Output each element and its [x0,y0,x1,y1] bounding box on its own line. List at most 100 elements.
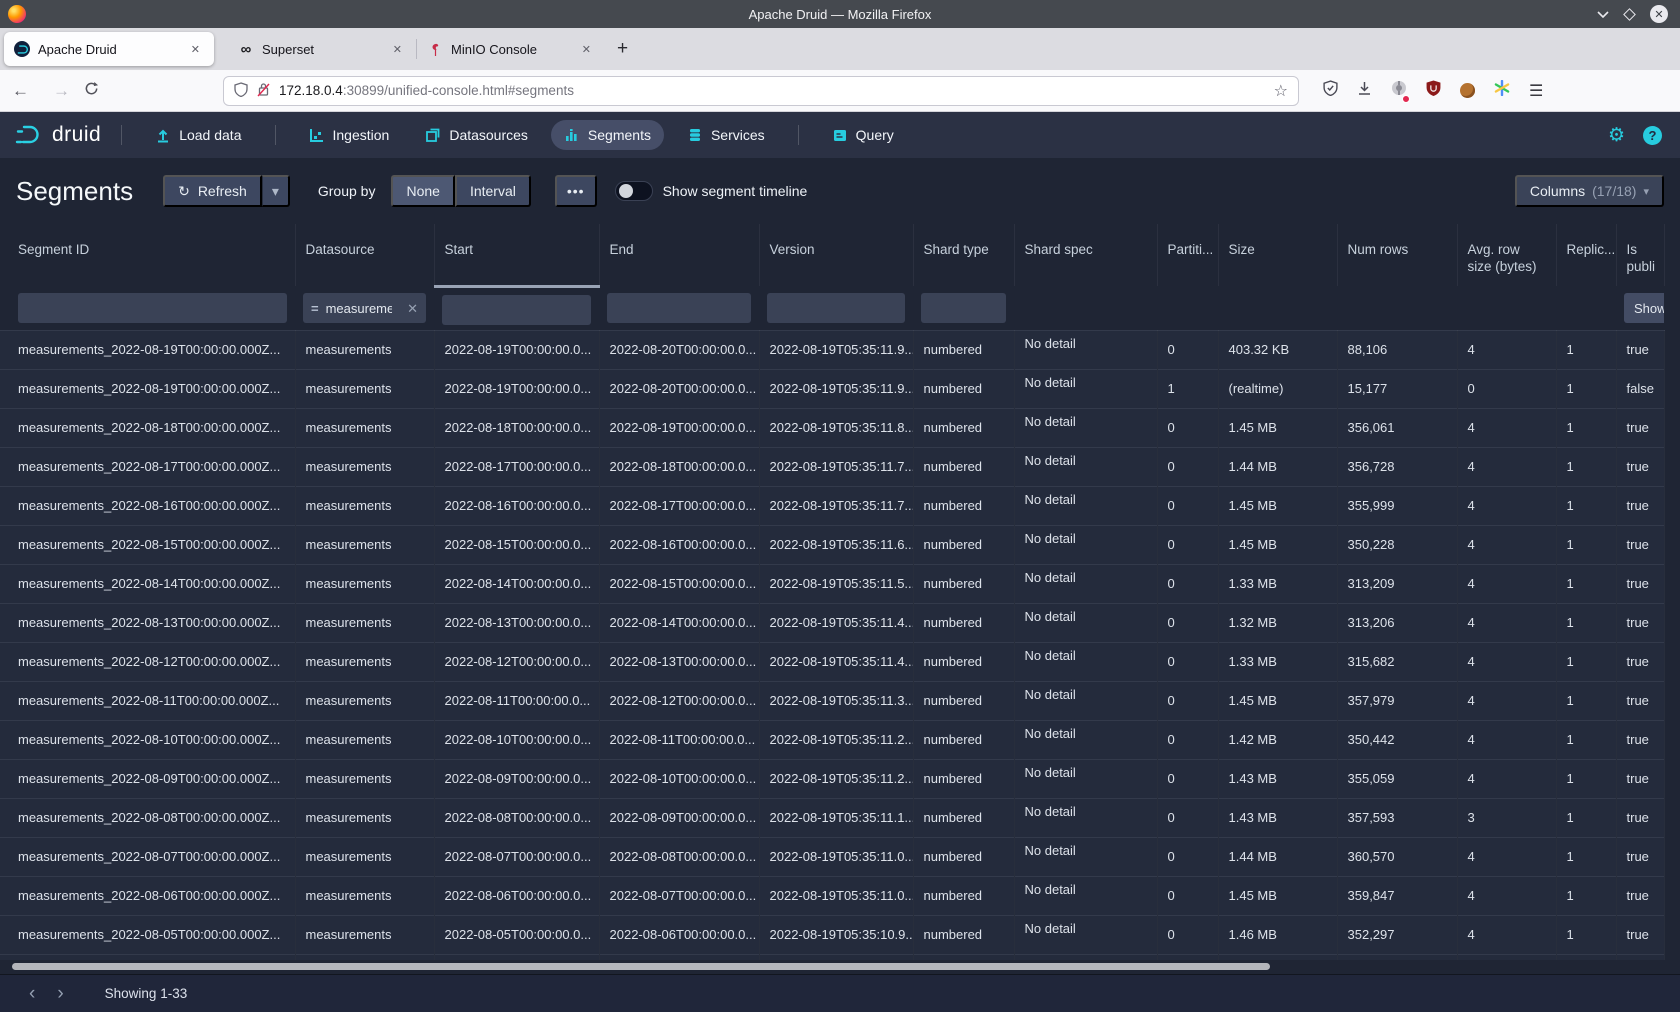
column-header-end[interactable]: End [599,224,759,286]
cell-start: 2022-08-11T00:00:00.0... [434,681,599,720]
next-page-icon[interactable]: › [46,983,74,1005]
extensions-icon[interactable] [1391,80,1407,101]
nav-item-ingestion[interactable]: Ingestion [296,120,403,150]
nav-item-services[interactable]: Services [674,120,778,150]
table-row[interactable]: measurements_2022-08-05T00:00:00.000Z...… [0,915,1664,954]
url-bar[interactable]: 172.18.0.4:30899/unified-console.html#se… [223,76,1299,106]
column-header-partition[interactable]: Partiti... [1157,224,1218,286]
cell-avg-row-size: 4 [1457,408,1556,447]
cell-size: 1.33 MB [1218,564,1337,603]
table-row[interactable]: measurements_2022-08-19T00:00:00.000Z...… [0,369,1664,408]
table-row[interactable]: measurements_2022-08-11T00:00:00.000Z...… [0,681,1664,720]
group-by-interval-button[interactable]: Interval [455,175,531,207]
group-by-none-button[interactable]: None [391,175,454,207]
cell-size: 1.43 MB [1218,798,1337,837]
cell-shard-type: numbered [913,603,1014,642]
table-row[interactable]: measurements_2022-08-08T00:00:00.000Z...… [0,798,1664,837]
prev-page-icon[interactable]: ‹ [18,983,46,1005]
bookmark-star-icon[interactable]: ☆ [1274,81,1288,101]
nav-item-datasources[interactable]: Datasources [412,120,541,150]
column-header-is-published[interactable]: Is publi [1616,224,1664,286]
ublock-icon[interactable] [1426,80,1441,101]
tab-superset[interactable]: ∞ Superset ✕ [228,32,416,66]
refresh-dropdown-button[interactable]: ▾ [262,175,290,207]
column-header-avg-row-size[interactable]: Avg. row size (bytes) [1457,224,1556,286]
tab-minio-console[interactable]: MinIO Console ✕ [417,32,605,66]
nav-item-load-data[interactable]: Load data [142,120,254,150]
table-row[interactable]: measurements_2022-08-13T00:00:00.000Z...… [0,603,1664,642]
cell-size: 1.33 MB [1218,642,1337,681]
nav-item-query[interactable]: Query [819,120,907,150]
column-header-shard-spec[interactable]: Shard spec [1014,224,1157,286]
refresh-button[interactable]: ↻ Refresh [163,175,262,207]
close-tab-icon[interactable]: ✕ [389,39,406,60]
is-published-filter-button[interactable]: Show [1624,293,1664,323]
more-options-button[interactable]: ••• [555,175,597,207]
table-row[interactable]: measurements_2022-08-10T00:00:00.000Z...… [0,720,1664,759]
reload-icon[interactable] [84,81,99,101]
colorful-extension-icon[interactable] [1494,80,1510,101]
table-row[interactable]: measurements_2022-08-16T00:00:00.000Z...… [0,486,1664,525]
column-header-shard-type[interactable]: Shard type [913,224,1014,286]
cell-avg-row-size: 4 [1457,681,1556,720]
column-header-size[interactable]: Size [1218,224,1337,286]
scrollbar-thumb[interactable] [12,963,1270,970]
cell-shard-spec: No detail [1014,330,1157,369]
refresh-label: Refresh [198,183,247,199]
table-row[interactable]: measurements_2022-08-19T00:00:00.000Z...… [0,330,1664,369]
tab-apache-druid[interactable]: Apache Druid ✕ [4,32,214,66]
downloads-icon[interactable] [1357,81,1372,101]
back-button[interactable]: ← [0,81,41,101]
column-header-version[interactable]: Version [759,224,913,286]
table-row[interactable]: measurements_2022-08-17T00:00:00.000Z...… [0,447,1664,486]
start-filter-input[interactable] [442,295,591,325]
maximize-icon[interactable] [1625,10,1634,19]
minimize-icon[interactable] [1597,10,1609,18]
settings-gear-icon[interactable]: ⚙ [1608,124,1625,147]
end-filter-input[interactable] [607,293,751,323]
cell-end: 2022-08-06T00:00:00.0... [599,915,759,954]
column-header-num-rows[interactable]: Num rows [1337,224,1457,286]
table-row[interactable]: measurements_2022-08-14T00:00:00.000Z...… [0,564,1664,603]
nav-item-segments[interactable]: Segments [551,120,664,150]
cell-avg-row-size: 4 [1457,603,1556,642]
cell-shard-spec: No detail [1014,525,1157,564]
cell-is-published: true [1616,447,1664,486]
cell-end: 2022-08-17T00:00:00.0... [599,486,759,525]
cell-num-rows: 355,059 [1337,759,1457,798]
column-header-replicas[interactable]: Replic... [1556,224,1616,286]
new-tab-button[interactable]: + [617,38,628,60]
close-tab-icon[interactable]: ✕ [187,39,204,60]
insecure-lock-icon[interactable] [257,82,270,100]
druid-logo[interactable]: druid [14,123,101,147]
tracking-shield-icon[interactable] [234,82,248,100]
close-window-icon[interactable]: ✕ [1650,5,1668,23]
table-row[interactable]: measurements_2022-08-06T00:00:00.000Z...… [0,876,1664,915]
column-header-start[interactable]: Start [434,224,599,286]
close-tab-icon[interactable]: ✕ [578,39,595,60]
cell-segment-id: measurements_2022-08-12T00:00:00.000Z... [0,642,295,681]
table-row[interactable]: measurements_2022-08-07T00:00:00.000Z...… [0,837,1664,876]
column-header-segment-id[interactable]: Segment ID [0,224,295,286]
tab-label: Apache Druid [38,42,187,57]
forward-button[interactable]: → [41,81,82,101]
cell-end: 2022-08-12T00:00:00.0... [599,681,759,720]
version-filter-input[interactable] [767,293,905,323]
cell-datasource: measurements [295,564,434,603]
protections-shield-icon[interactable] [1323,80,1338,101]
datasource-filter-chip[interactable]: = measureme ✕ [303,293,426,323]
cell-shard-type: numbered [913,837,1014,876]
columns-dropdown-button[interactable]: Columns (17/18) ▾ [1515,175,1664,207]
segment-id-filter-input[interactable] [18,293,287,323]
table-row[interactable]: measurements_2022-08-18T00:00:00.000Z...… [0,408,1664,447]
help-icon[interactable]: ? [1643,126,1662,145]
segment-timeline-toggle[interactable] [615,181,653,201]
column-header-datasource[interactable]: Datasource [295,224,434,286]
table-row[interactable]: measurements_2022-08-12T00:00:00.000Z...… [0,642,1664,681]
cookie-extension-icon[interactable] [1460,83,1475,98]
shard-type-filter-input[interactable] [921,293,1006,323]
table-row[interactable]: measurements_2022-08-09T00:00:00.000Z...… [0,759,1664,798]
menu-icon[interactable]: ☰ [1529,81,1543,101]
table-row[interactable]: measurements_2022-08-15T00:00:00.000Z...… [0,525,1664,564]
remove-filter-icon[interactable]: ✕ [407,300,418,317]
